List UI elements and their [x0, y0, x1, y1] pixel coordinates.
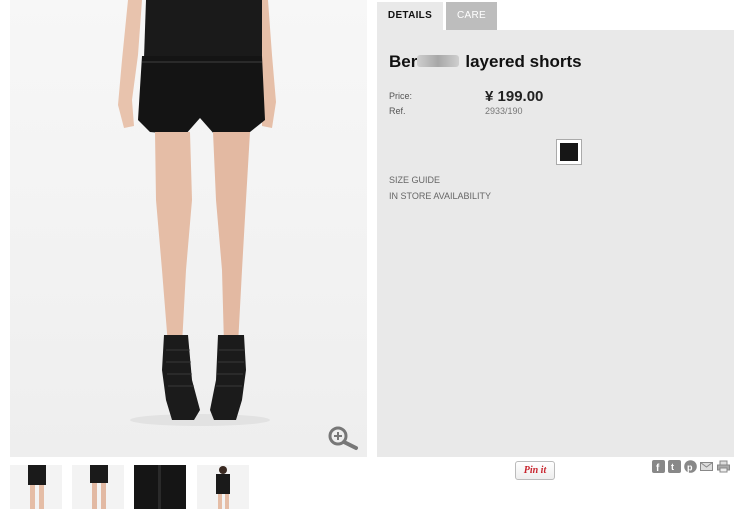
- model-figure: [118, 0, 276, 426]
- color-swatch-black[interactable]: [556, 139, 582, 165]
- ref-value: 2933/190: [485, 106, 523, 116]
- size-guide-link[interactable]: SIZE GUIDE: [389, 175, 440, 185]
- price-label: Price:: [389, 91, 413, 101]
- tab-details[interactable]: DETAILS: [377, 2, 443, 30]
- ref-label: Ref.: [389, 106, 406, 116]
- color-swatch-fill: [560, 143, 578, 161]
- price-value: ¥ 199.00: [485, 88, 544, 105]
- tab-care[interactable]: CARE: [446, 2, 497, 30]
- product-title-prefix: Ber: [389, 52, 418, 71]
- main-product-image[interactable]: [10, 0, 367, 457]
- svg-text:p: p: [687, 463, 693, 473]
- email-icon[interactable]: [700, 460, 713, 473]
- store-availability-link[interactable]: IN STORE AVAILABILITY: [389, 191, 491, 201]
- facebook-icon[interactable]: f: [652, 460, 665, 473]
- thumbnail-1[interactable]: [10, 465, 62, 509]
- product-title-suffix: layered shorts: [465, 52, 582, 71]
- pinit-button[interactable]: Pin it: [515, 461, 555, 480]
- redacted-text-blur: [417, 55, 459, 67]
- thumbnail-3[interactable]: [134, 465, 186, 509]
- details-panel: Ber layered shorts Price: ¥ 199.00 Ref. 2…: [377, 30, 734, 457]
- thumbnail-4[interactable]: [197, 465, 249, 509]
- print-icon[interactable]: [717, 460, 730, 473]
- twitter-icon[interactable]: t: [668, 460, 681, 473]
- thumbnail-strip: [10, 465, 370, 509]
- thumbnail-2[interactable]: [72, 465, 124, 509]
- pinterest-icon[interactable]: p: [684, 460, 697, 473]
- zoom-icon[interactable]: [327, 425, 359, 451]
- svg-text:t: t: [671, 462, 674, 472]
